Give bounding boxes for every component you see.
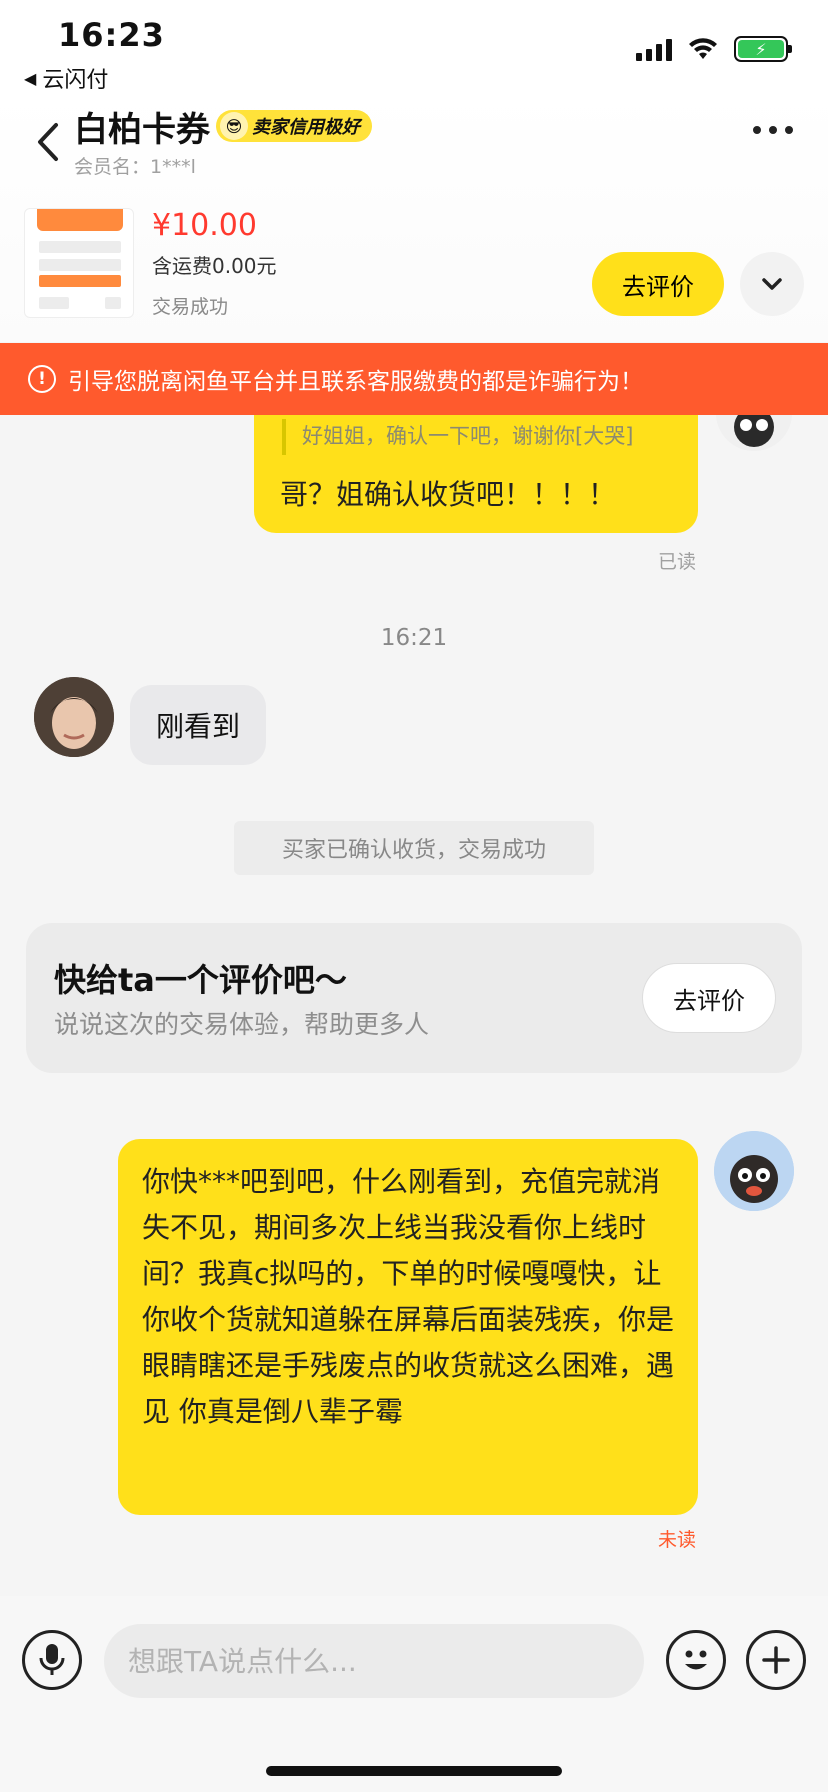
system-note: 买家已确认收货，交易成功	[234, 821, 594, 875]
input-bar	[0, 1596, 828, 1792]
seller-avatar[interactable]	[34, 677, 114, 757]
plus-icon	[762, 1646, 790, 1674]
product-thumbnail[interactable]	[24, 208, 134, 318]
warning-text: 引导您脱离闲鱼平台并且联系客服缴费的都是诈骗行为！	[68, 369, 643, 395]
emoji-button[interactable]	[666, 1630, 726, 1690]
status-indicators: ⚡	[636, 36, 792, 62]
more-options-button[interactable]	[748, 120, 798, 140]
chat-messages[interactable]: 好姐姐，确认一下吧，谢谢你[大哭] 哥？姐确认收货吧！！！！ 已读 16:21 …	[0, 375, 828, 1595]
cartoon-avatar-icon	[714, 1131, 794, 1211]
rate-subtitle: 说说这次的交易体验，帮助更多人	[54, 1010, 430, 1039]
unread-status: 未读	[658, 1529, 697, 1551]
review-button[interactable]: 去评价	[592, 252, 724, 316]
trade-status: 交易成功	[152, 296, 229, 318]
product-price: ¥10.00	[152, 208, 257, 243]
member-name: 会员名：1***l	[74, 156, 196, 178]
message-text: 哥？姐确认收货吧！！！！	[280, 478, 617, 511]
person-photo-icon	[34, 677, 114, 757]
microphone-icon	[39, 1644, 65, 1675]
chevron-down-icon	[762, 278, 782, 290]
status-time: 16:23	[58, 16, 165, 54]
wifi-icon	[689, 38, 717, 59]
rate-review-button[interactable]: 去评价	[642, 963, 776, 1033]
exclamation-circle-icon: !	[28, 365, 56, 393]
smiley-icon	[685, 1650, 707, 1670]
rate-title: 快给ta一个评价吧～	[54, 961, 347, 999]
back-app-label: 云闪付	[42, 68, 109, 93]
more-actions-button[interactable]	[746, 1630, 806, 1690]
home-indicator[interactable]	[266, 1766, 562, 1776]
credit-badge-label: 卖家信用极好	[252, 117, 360, 138]
expand-button[interactable]	[740, 252, 804, 316]
quoted-message: 好姐姐，确认一下吧，谢谢你[大哭]	[282, 419, 633, 455]
other-message-bubble[interactable]: 刚看到	[130, 685, 267, 765]
credit-badge[interactable]: 😎 卖家信用极好	[216, 110, 372, 142]
back-to-app-link[interactable]: ◀ 云闪付	[24, 62, 108, 94]
chat-timestamp: 16:21	[380, 625, 448, 651]
shipping-fee: 含运费0.00元	[152, 254, 277, 278]
shop-title[interactable]: 白柏卡券	[74, 102, 210, 151]
smile-face-icon: 😎	[220, 112, 248, 140]
my-avatar[interactable]	[714, 1131, 794, 1211]
chevron-left-icon[interactable]	[30, 117, 70, 167]
chat-header: 白柏卡券 😎 卖家信用极好 会员名：1***l ¥10.00 含运费0.00元 …	[0, 92, 828, 342]
my-message-bubble[interactable]: 你快***吧到吧，什么刚看到，充值完就消失不见，期间多次上线当我没看你上线时间？…	[118, 1139, 698, 1515]
battery-icon: ⚡	[734, 36, 792, 62]
status-bar: 16:23 ◀ 云闪付 ⚡	[0, 0, 828, 94]
rate-prompt-card: 快给ta一个评价吧～ 说说这次的交易体验，帮助更多人 去评价	[26, 923, 802, 1073]
fraud-warning-banner: ! 引导您脱离闲鱼平台并且联系客服缴费的都是诈骗行为！	[0, 343, 828, 415]
back-triangle-icon: ◀	[24, 68, 37, 88]
voice-button[interactable]	[22, 1630, 82, 1690]
read-status: 已读	[658, 551, 697, 573]
more-dot	[753, 126, 761, 134]
cellular-signal-icon	[636, 37, 672, 61]
more-dot	[769, 126, 777, 134]
more-dot	[785, 126, 793, 134]
message-input[interactable]	[104, 1624, 644, 1698]
